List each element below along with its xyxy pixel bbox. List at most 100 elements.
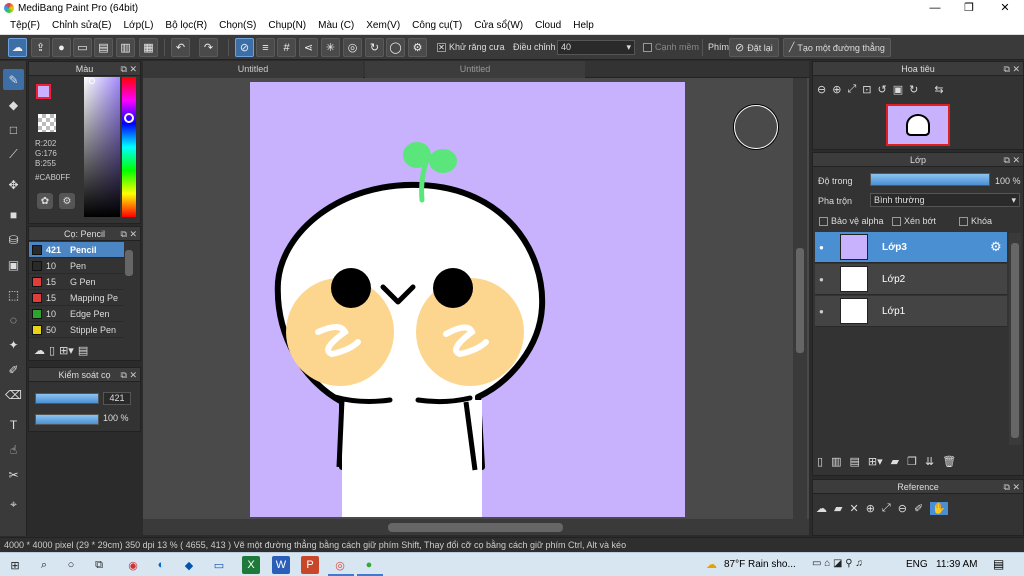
circle-snap-icon[interactable]: ◎ (343, 38, 362, 57)
panel-controls-icon[interactable]: ⧉ ✕ (121, 62, 137, 76)
straight-line-button[interactable]: ╱ Tạo một đường thẳng (783, 38, 891, 57)
move-tool-icon[interactable]: ✥ (3, 174, 24, 195)
menu-file[interactable]: Tệp(F) (4, 20, 46, 31)
zoom-out-icon[interactable]: ⊖ (817, 83, 826, 96)
select-rect-icon[interactable]: ⬚ (3, 284, 24, 305)
settings-snap-icon[interactable]: ⚙ (408, 38, 427, 57)
menu-layer[interactable]: Lớp(L) (118, 20, 160, 31)
app-icon-1[interactable]: ◉ (124, 556, 142, 574)
brush-size-slider[interactable] (35, 393, 99, 404)
brush-tool-icon[interactable]: ✎ (3, 69, 24, 90)
store-icon[interactable]: ◆ (180, 556, 198, 574)
select-pen-icon[interactable]: ✐ (3, 359, 24, 380)
gear-icon[interactable]: ⚙ (990, 239, 1002, 255)
brush-item[interactable]: 421Pencil⚙ (29, 242, 124, 258)
soft-edge-checkbox[interactable]: Cạnh mềm (643, 42, 699, 53)
foreground-color-swatch[interactable] (36, 84, 51, 99)
system-tray-icons[interactable]: ▭ ⌂ ◪ ⚲ ♫ (812, 558, 863, 569)
brush-item[interactable]: 15 G Pen (29, 274, 124, 290)
new-halftone-layer-icon[interactable]: ▥ (831, 455, 841, 468)
rotate-right-icon[interactable]: ↻ (909, 83, 918, 96)
search-icon[interactable]: ⌕ (35, 556, 53, 574)
navigator-preview[interactable] (886, 104, 950, 146)
rect-tool-icon[interactable]: □ (3, 119, 24, 140)
line-tool-icon[interactable]: ⟋ (3, 144, 24, 165)
radial-snap-icon[interactable]: ✳ (321, 38, 340, 57)
zoom-out-icon[interactable]: ⊖ (898, 502, 907, 515)
add-brush-icon[interactable]: ⊞▾ (59, 344, 74, 357)
close-reference-icon[interactable]: ✕ (849, 502, 858, 515)
blend-select[interactable]: Bình thường ▾ (870, 193, 1020, 207)
eyedropper-tool-icon[interactable]: ⌖ (3, 494, 24, 515)
eye-icon[interactable]: ● (819, 243, 824, 252)
fullscreen-icon[interactable]: ▣ (893, 83, 903, 96)
panel-controls-icon[interactable]: ⧉ ✕ (121, 227, 137, 241)
brush-settings-icon[interactable]: ▤ (78, 344, 88, 357)
text-tool-icon[interactable]: T (3, 414, 24, 435)
eye-icon[interactable]: ● (819, 307, 824, 316)
menu-color[interactable]: Màu (C) (312, 20, 360, 31)
menu-capture[interactable]: Chụp(N) (262, 20, 312, 31)
clipping-checkbox[interactable]: Xén bớt (892, 216, 936, 227)
rotate-left-icon[interactable]: ↺ (877, 83, 886, 96)
undo-icon[interactable]: ↶ (171, 38, 190, 57)
language-indicator[interactable]: ENG (906, 559, 928, 570)
eraser-tool-icon[interactable]: ◆ (3, 94, 24, 115)
select-eraser-icon[interactable]: ⌫ (3, 384, 24, 405)
lock-checkbox[interactable]: Khóa (959, 216, 992, 227)
layer-list-scrollbar[interactable] (1009, 233, 1021, 445)
brush-item[interactable]: 10 Pen (29, 258, 124, 274)
layer-row-2[interactable]: ● Lớp2 (815, 264, 1007, 295)
windows-start-icon[interactable]: ⊞ (6, 556, 24, 574)
brush-size-value[interactable]: 421 (103, 392, 131, 405)
bucket-tool-icon[interactable]: ⛁ (3, 229, 24, 250)
eye-icon[interactable]: ● (819, 275, 824, 284)
cloud-brush-icon[interactable]: ☁ (34, 344, 45, 357)
panel-icon[interactable]: ▥ (116, 38, 135, 57)
new-brush-icon[interactable]: ▯ (49, 344, 55, 357)
sv-cursor[interactable] (89, 78, 95, 84)
brush-item[interactable]: 10 Edge Pen (29, 306, 124, 322)
grid-layout-icon[interactable]: ▦ (139, 38, 158, 57)
menu-cloud[interactable]: Cloud (529, 20, 567, 31)
menu-window[interactable]: Cửa sổ(W) (468, 20, 529, 31)
snap-off-icon[interactable]: ⊘ (235, 38, 254, 57)
gradient-tool-icon[interactable]: ▣ (3, 254, 24, 275)
add-layer-menu-icon[interactable]: ⊞▾ (868, 455, 883, 468)
antialias-checkbox[interactable]: ✕ Khử răng cưa (437, 42, 505, 53)
tab-untitled-2[interactable]: Untitled (365, 61, 585, 78)
menu-edit[interactable]: Chỉnh sửa(E) (46, 20, 118, 31)
zoom-in-icon[interactable]: ⊕ (832, 83, 841, 96)
minimize-button[interactable]: — (918, 0, 952, 17)
menu-filter[interactable]: Bộ lọc(R) (159, 20, 213, 31)
delete-layer-icon[interactable]: 🗑 (942, 455, 956, 468)
curve-snap-icon[interactable]: ↻ (365, 38, 384, 57)
fill-rect-tool-icon[interactable]: ■ (3, 204, 24, 225)
eyedropper-icon[interactable]: ✐ (914, 502, 923, 515)
saturation-value-picker[interactable] (84, 77, 120, 217)
weather-icon[interactable]: ☁ (706, 558, 717, 571)
new-layer-icon[interactable]: ▯ (817, 455, 823, 468)
powerpoint-icon[interactable]: P (301, 556, 319, 574)
canvas-horizontal-scrollbar[interactable] (143, 519, 809, 535)
close-button[interactable]: ✕ (988, 0, 1022, 17)
open-folder-icon[interactable]: ▰ (834, 502, 842, 515)
menu-view[interactable]: Xem(V) (360, 20, 406, 31)
menu-select[interactable]: Chọn(S) (213, 20, 262, 31)
layer-opacity-slider[interactable] (870, 173, 990, 186)
hue-cursor[interactable] (124, 113, 134, 123)
cloud-open-icon[interactable]: ☁ (816, 502, 827, 515)
menu-tools[interactable]: Công cụ(T) (406, 20, 468, 31)
panel-controls-icon[interactable]: ⧉ ✕ (1004, 153, 1020, 167)
comment-icon[interactable]: ● (52, 38, 71, 57)
menu-help[interactable]: Help (567, 20, 600, 31)
parallel-snap-icon[interactable]: ≡ (256, 38, 275, 57)
protect-alpha-checkbox[interactable]: Bảo vệ alpha (819, 216, 884, 227)
grid-snap-icon[interactable]: # (277, 38, 296, 57)
operation-tool-icon[interactable]: ☝ (3, 439, 24, 460)
excel-icon[interactable]: X (242, 556, 260, 574)
clock[interactable]: 11:39 AM (936, 559, 978, 570)
redo-icon[interactable]: ↷ (199, 38, 218, 57)
magic-wand-icon[interactable]: ✦ (3, 334, 24, 355)
panel-controls-icon[interactable]: ⧉ ✕ (1004, 480, 1020, 494)
